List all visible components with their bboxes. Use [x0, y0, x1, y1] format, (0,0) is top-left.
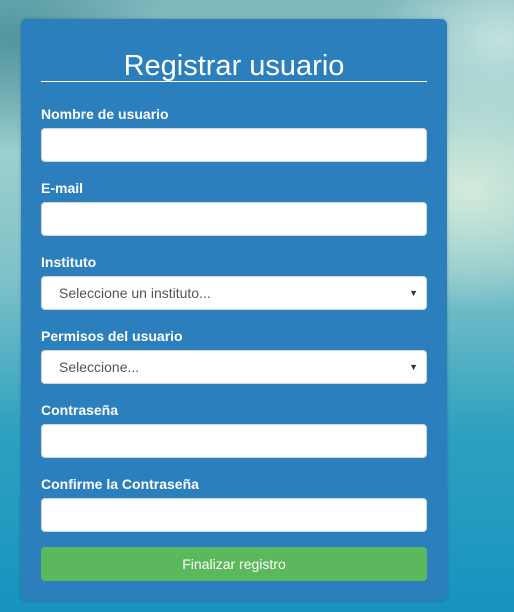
title-divider	[41, 81, 427, 82]
username-input[interactable]	[41, 128, 427, 162]
email-label: E-mail	[41, 180, 84, 196]
chevron-down-icon: ▼	[409, 362, 418, 372]
institute-selected-value: Seleccione un instituto...	[59, 285, 211, 301]
password-confirm-label: Confirme la Contraseña	[41, 476, 199, 492]
chevron-down-icon: ▼	[409, 288, 418, 298]
password-label: Contraseña	[41, 402, 119, 418]
password-confirm-input[interactable]	[41, 498, 427, 532]
permissions-select[interactable]: Seleccione... ▼	[41, 350, 427, 384]
page-title: Registrar usuario	[123, 50, 345, 82]
permissions-selected-value: Seleccione...	[59, 359, 140, 375]
institute-select[interactable]: Seleccione un instituto... ▼	[41, 276, 427, 310]
institute-label: Instituto	[41, 254, 97, 270]
submit-button[interactable]: Finalizar registro	[41, 547, 427, 581]
username-label: Nombre de usuario	[41, 106, 169, 122]
password-input[interactable]	[41, 424, 427, 458]
permissions-label: Permisos del usuario	[41, 328, 183, 344]
registration-card: Registrar usuario Nombre de usuario E-ma…	[21, 19, 447, 601]
email-input[interactable]	[41, 202, 427, 236]
